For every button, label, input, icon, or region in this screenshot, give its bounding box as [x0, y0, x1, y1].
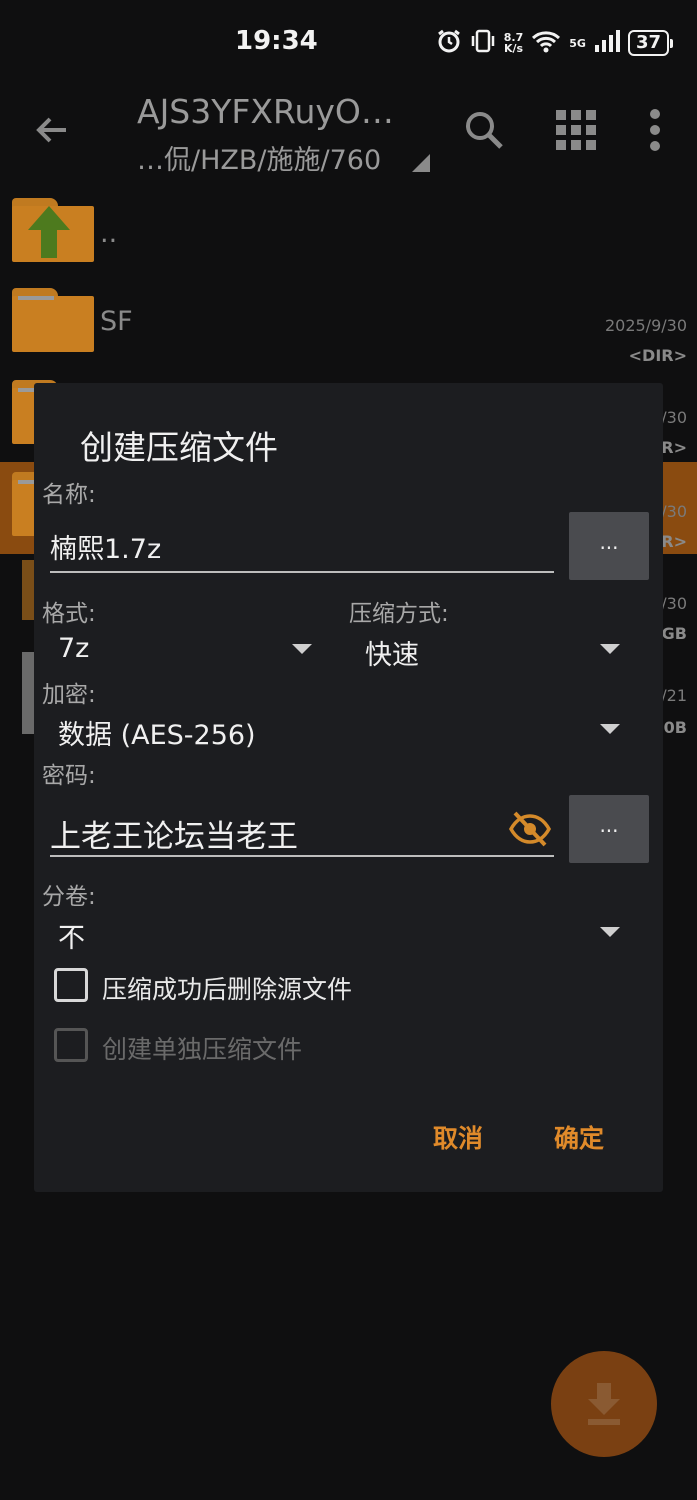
- format-label: 格式:: [42, 601, 96, 627]
- browse-button[interactable]: ...: [569, 512, 649, 580]
- wifi-icon: [531, 29, 561, 57]
- encryption-dropdown-icon[interactable]: [600, 724, 620, 734]
- create-archive-dialog: 创建压缩文件 名称: 楠熙1.7z ... 格式: 7z 压缩方式: 快速 加密…: [34, 383, 663, 1192]
- grid-view-icon[interactable]: [554, 108, 598, 152]
- dialog-title: 创建压缩文件: [80, 428, 278, 467]
- vibrate-icon: [470, 28, 496, 58]
- search-icon[interactable]: [462, 108, 506, 152]
- folder-icon: [12, 288, 94, 352]
- password-underline: [50, 855, 554, 857]
- folder-up-icon: [12, 198, 94, 262]
- split-select[interactable]: 不: [58, 916, 85, 955]
- password-input[interactable]: 上老王论坛当老王: [50, 811, 298, 856]
- method-select[interactable]: 快速: [365, 633, 419, 672]
- download-icon: [588, 1383, 620, 1425]
- encryption-select[interactable]: 数据 (AES-256): [58, 713, 256, 752]
- net-speed-unit: K/s: [503, 42, 524, 55]
- split-label: 分卷:: [42, 884, 96, 910]
- delete-source-checkbox[interactable]: [54, 968, 88, 1002]
- folder-title: AJS3YFXRuyO…: [137, 92, 394, 131]
- file-type: R>: [661, 438, 687, 457]
- password-label: 密码:: [42, 763, 96, 789]
- separate-archive-label: 创建单独压缩文件: [102, 1035, 303, 1064]
- eye-off-icon[interactable]: [508, 809, 552, 853]
- network-type: 5G: [569, 36, 586, 50]
- file-name: SF: [100, 306, 133, 337]
- more-vert-icon[interactable]: [633, 108, 677, 152]
- file-date: /30: [661, 502, 687, 521]
- encryption-label: 加密:: [42, 682, 96, 708]
- file-date: /30: [661, 594, 687, 613]
- password-options-button[interactable]: ...: [569, 795, 649, 863]
- battery-icon: 37: [627, 30, 674, 56]
- net-speed: 8.7 K/s: [504, 32, 524, 54]
- file-date: 2025/9/30: [604, 316, 687, 335]
- extract-fab[interactable]: [551, 1351, 657, 1457]
- name-underline: [50, 571, 554, 573]
- file-type: R>: [661, 532, 687, 551]
- status-icons: 8.7 K/s 5G 37: [436, 28, 674, 58]
- ok-button[interactable]: 确定: [554, 1119, 604, 1155]
- folder-path[interactable]: …侃/HZB/施施/760: [137, 138, 381, 177]
- list-item[interactable]: ..: [0, 190, 697, 282]
- alarm-icon: [436, 28, 462, 58]
- signal-icon: [594, 29, 620, 57]
- delete-source-label[interactable]: 压缩成功后删除源文件: [102, 970, 352, 1006]
- file-type: <DIR>: [628, 346, 687, 365]
- split-dropdown-icon[interactable]: [600, 927, 620, 937]
- status-bar: 19:34 8.7 K/s 5G 37: [0, 0, 697, 86]
- status-time: 19:34: [235, 26, 318, 56]
- separate-archive-checkbox: [54, 1028, 88, 1062]
- back-arrow-icon[interactable]: [30, 108, 74, 152]
- method-dropdown-icon[interactable]: [600, 644, 620, 654]
- path-dropdown-icon[interactable]: [412, 154, 430, 172]
- format-select[interactable]: 7z: [58, 633, 89, 664]
- format-dropdown-icon[interactable]: [292, 644, 312, 654]
- app-toolbar: AJS3YFXRuyO… …侃/HZB/施施/760: [0, 86, 697, 186]
- file-type: GB: [661, 624, 687, 643]
- file-date: /30: [661, 408, 687, 427]
- list-item[interactable]: SF 2025/9/30 <DIR>: [0, 282, 697, 374]
- archive-name-input[interactable]: 楠熙1.7z: [50, 527, 161, 566]
- cancel-button[interactable]: 取消: [433, 1119, 483, 1155]
- file-type: 0B: [663, 718, 687, 737]
- file-date: /21: [661, 686, 687, 705]
- method-label: 压缩方式:: [349, 601, 449, 627]
- file-name: ..: [100, 218, 118, 249]
- name-label: 名称:: [42, 482, 96, 508]
- screen: 19:34 8.7 K/s 5G 37 AJS3YFXRuyO… …侃/HZB/…: [0, 0, 697, 1500]
